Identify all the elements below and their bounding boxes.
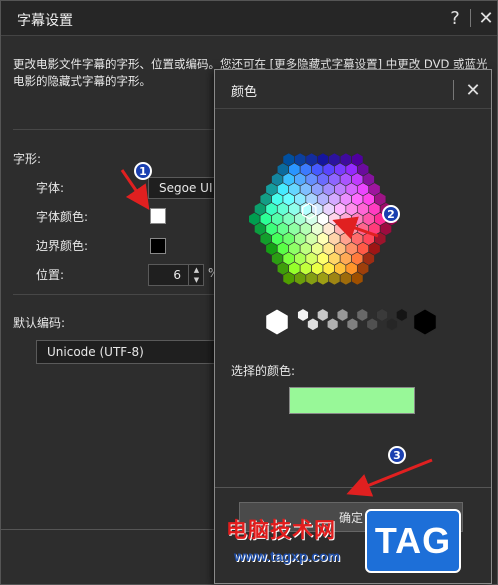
arrow-2 bbox=[332, 216, 379, 240]
step-badge-3: 3 bbox=[388, 446, 406, 464]
arrow-3 bbox=[346, 458, 433, 497]
step-badge-2: 2 bbox=[382, 205, 400, 223]
watermark-text: 电脑技术网 bbox=[226, 518, 336, 542]
tag-logo: TAG bbox=[365, 509, 461, 573]
step-badge-1: 1 bbox=[134, 162, 152, 180]
watermark-url: www.tagxp.com bbox=[234, 548, 341, 564]
annotation-arrows bbox=[120, 169, 433, 497]
